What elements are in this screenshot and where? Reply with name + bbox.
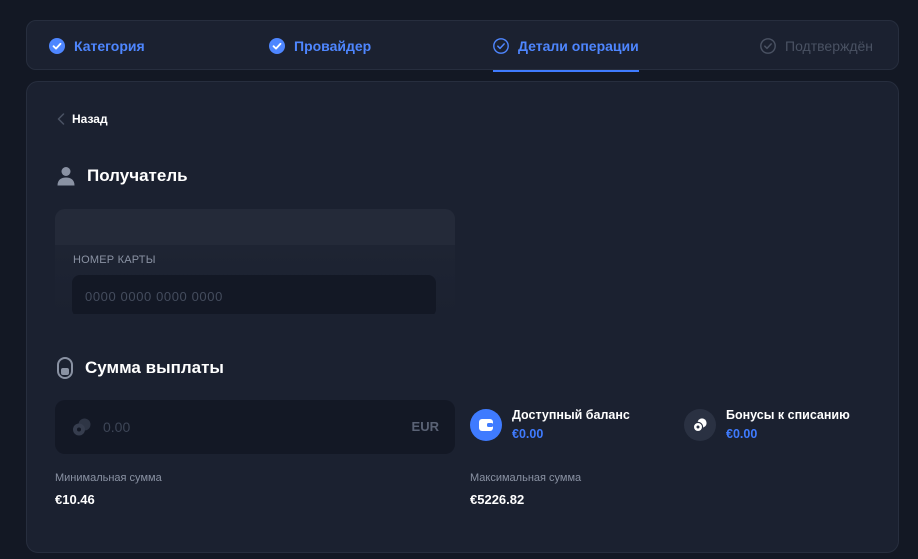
payout-heading: Сумма выплаты: [57, 357, 224, 379]
currency-label: EUR: [411, 419, 439, 434]
bonuses-label: Бонусы к списанию: [726, 408, 850, 422]
step-label: Провайдер: [294, 38, 372, 54]
card-number-label: НОМЕР КАРТЫ: [73, 254, 156, 266]
max-amount: Максимальная сумма €5226.82: [470, 472, 581, 507]
back-label: Назад: [72, 112, 108, 126]
back-button[interactable]: Назад: [57, 112, 108, 126]
max-amount-value: €5226.82: [470, 492, 525, 507]
user-icon: [57, 167, 75, 186]
step-confirmed: Подтверждён: [760, 21, 873, 71]
bonuses-balance: Бонусы к списанию €0.00: [684, 408, 850, 441]
check-circle-icon: [269, 38, 285, 54]
amount-field: EUR: [55, 400, 455, 454]
operation-details-panel: Назад Получатель НОМЕР КАРТЫ Сумма выпла…: [26, 81, 899, 553]
available-balance: Доступный баланс €0.00: [470, 408, 630, 441]
check-circle-outline-icon: [493, 38, 509, 54]
card-number-input[interactable]: [72, 275, 436, 314]
step-category[interactable]: Категория: [49, 21, 145, 71]
max-amount-label: Максимальная сумма: [470, 472, 582, 484]
step-provider[interactable]: Провайдер: [269, 21, 371, 71]
coins-icon: [73, 418, 91, 436]
min-amount: Минимальная сумма €10.46: [55, 472, 162, 507]
min-amount-value: €10.46: [55, 492, 95, 507]
active-step-indicator: [493, 70, 639, 72]
coin-stack-icon: [57, 357, 73, 379]
progress-stepper: Категория Провайдер Детали операции Подт…: [26, 20, 899, 72]
check-circle-icon: [49, 38, 65, 54]
coins-icon: [684, 408, 716, 441]
step-label: Категория: [74, 38, 145, 54]
step-operation-details[interactable]: Детали операции: [493, 21, 639, 72]
step-label: Подтверждён: [785, 38, 874, 54]
amount-input[interactable]: [103, 400, 383, 454]
recipient-heading: Получатель: [57, 166, 188, 186]
available-balance-value: €0.00: [512, 427, 544, 441]
chevron-left-icon: [57, 113, 65, 125]
step-label: Детали операции: [518, 38, 639, 54]
card-number-block: НОМЕР КАРТЫ: [55, 209, 455, 314]
wallet-icon: [470, 408, 502, 441]
available-balance-label: Доступный баланс: [512, 408, 630, 422]
min-amount-label: Минимальная сумма: [55, 472, 162, 484]
payout-title: Сумма выплаты: [85, 358, 224, 377]
recipient-title: Получатель: [87, 166, 188, 185]
bonuses-value: €0.00: [726, 427, 758, 441]
check-circle-outline-icon: [760, 38, 776, 54]
